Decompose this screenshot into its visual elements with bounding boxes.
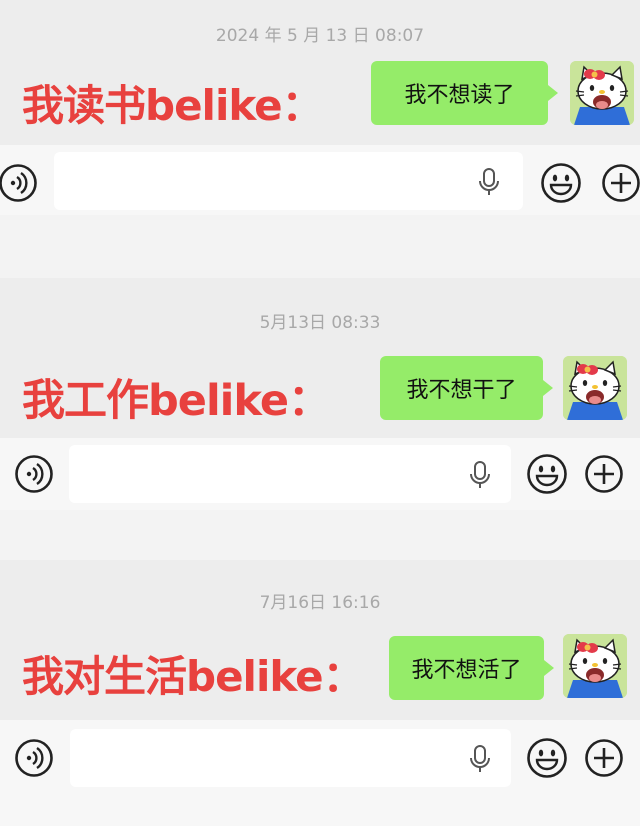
- emoji-icon[interactable]: [526, 737, 568, 783]
- meme-caption: 我对生活belike：: [22, 652, 365, 701]
- microphone-icon[interactable]: [469, 745, 491, 777]
- plus-icon[interactable]: [584, 454, 624, 498]
- message-input[interactable]: [54, 152, 523, 210]
- plus-icon[interactable]: [584, 738, 624, 782]
- panel-divider: [0, 215, 640, 278]
- emoji-icon[interactable]: [540, 162, 582, 208]
- message-input[interactable]: [69, 445, 511, 503]
- message-timestamp: 2024 年 5 月 13 日 08:07: [215, 26, 425, 46]
- message-timestamp: 5月13日 08:33: [259, 313, 381, 333]
- meme-caption: 我工作belike：: [22, 376, 331, 426]
- voice-toggle-icon[interactable]: [0, 163, 38, 207]
- voice-toggle-icon[interactable]: [14, 738, 54, 782]
- chat-message-bubble[interactable]: 我不想干了: [380, 356, 553, 420]
- microphone-icon[interactable]: [469, 461, 491, 493]
- panel-divider: [0, 510, 640, 560]
- message-text: 我不想活了: [411, 658, 522, 683]
- message-text: 我不想读了: [404, 83, 515, 108]
- message-timestamp: 7月16日 16:16: [259, 593, 381, 613]
- plus-icon[interactable]: [601, 163, 640, 207]
- hello-kitty-avatar[interactable]: [570, 61, 634, 125]
- voice-toggle-icon[interactable]: [14, 454, 54, 498]
- microphone-icon[interactable]: [478, 168, 500, 200]
- chat-message-bubble[interactable]: 我不想读了: [371, 61, 558, 125]
- message-input[interactable]: [70, 729, 511, 787]
- chat-message-bubble[interactable]: 我不想活了: [389, 636, 554, 700]
- hello-kitty-avatar[interactable]: [563, 634, 627, 698]
- meme-caption: 我读书belike：: [22, 81, 324, 130]
- hello-kitty-avatar[interactable]: [563, 356, 627, 420]
- message-text: 我不想干了: [406, 378, 517, 403]
- emoji-icon[interactable]: [526, 453, 568, 499]
